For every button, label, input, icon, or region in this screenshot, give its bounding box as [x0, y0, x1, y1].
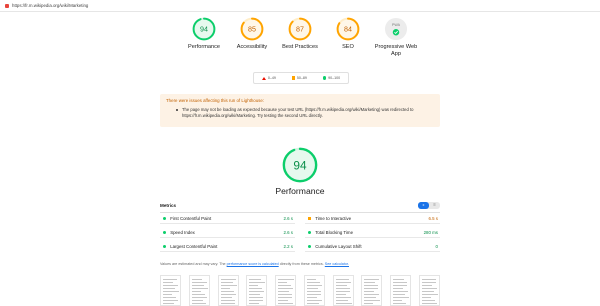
filmstrip-frame	[188, 275, 210, 306]
pass-circle-icon	[308, 230, 312, 235]
gauge-performance[interactable]: 94 Performance	[180, 16, 228, 57]
pwa-badge-icon: PWA	[384, 17, 408, 41]
note-text: Values are estimated and may vary. The	[160, 262, 227, 266]
gauge-label: Accessibility	[236, 44, 268, 50]
site-icon	[5, 3, 9, 8]
metric-row: Largest Contentful Paint 2.2 s	[160, 242, 295, 252]
metric-row: Cumulative Layout Shift 0	[305, 242, 440, 252]
gauge-label: Progressive Web App	[374, 44, 418, 57]
average-square-icon	[291, 76, 295, 80]
filmstrip-frame	[361, 275, 383, 306]
metric-row: Time to Interactive 6.5 s	[305, 214, 440, 224]
filmstrip-frame	[160, 275, 181, 306]
category-gauges: 94 Performance 85 Accessibility 87 Best …	[180, 16, 420, 57]
bullet-icon	[176, 109, 178, 111]
legend-pass: 90–100	[322, 76, 340, 80]
legend-average: 50–89	[291, 76, 307, 80]
pass-circle-icon	[163, 216, 167, 221]
url-text[interactable]: https://fr.m.wikipedia.org/wiki/Marketin…	[12, 3, 88, 8]
metrics-view-toggle[interactable]: ≡ ☰	[418, 202, 440, 209]
filmstrip-frame	[418, 275, 440, 306]
filmstrip-frame	[303, 275, 325, 306]
performance-title: Performance	[275, 186, 325, 196]
gauge-label: SEO	[342, 44, 354, 50]
metric-label: Largest Contentful Paint	[170, 244, 218, 249]
metrics-note: Values are estimated and may vary. The p…	[160, 262, 440, 266]
filmstrip-frame	[275, 275, 297, 306]
metrics-title: Metrics	[160, 203, 177, 208]
gauge-ring: 87	[288, 17, 312, 41]
gauge-label: Best Practices	[282, 44, 318, 50]
gauge-ring: 94	[192, 17, 216, 41]
legend-fail: 0–49	[261, 76, 276, 80]
gauge-score: 85	[248, 26, 256, 34]
metric-row: Total Blocking Time 280 ms	[305, 228, 440, 238]
pass-circle-icon	[163, 244, 167, 249]
metric-label: First Contentful Paint	[170, 216, 212, 221]
performance-score-gauge: 94	[282, 147, 318, 183]
metric-row: First Contentful Paint 2.6 s	[160, 214, 295, 224]
pass-circle-icon	[322, 76, 327, 80]
pass-circle-icon	[163, 230, 167, 235]
filmstrip-frame	[217, 275, 239, 306]
gauge-score: 87	[296, 26, 304, 34]
toggle-compact-icon: ≡	[422, 203, 425, 207]
metric-value: 2.2 s	[283, 244, 293, 249]
metric-value: 280 ms	[423, 230, 438, 235]
address-bar[interactable]: https://fr.m.wikipedia.org/wiki/Marketin…	[0, 0, 600, 12]
metric-value: 0	[435, 244, 438, 249]
gauge-best-practices[interactable]: 87 Best Practices	[276, 16, 324, 57]
performance-score-link[interactable]: performance score is calculated	[227, 262, 279, 266]
metric-row: Speed Index 2.6 s	[160, 228, 295, 238]
fail-triangle-icon	[261, 76, 266, 80]
filmstrip-frame	[390, 275, 412, 306]
gauge-score: PWA	[392, 23, 401, 27]
metric-label: Time to Interactive	[315, 216, 352, 221]
warning-message: The page may not be loading as expected …	[182, 107, 414, 118]
gauge-accessibility[interactable]: 85 Accessibility	[228, 16, 276, 57]
gauge-label: Performance	[187, 44, 221, 50]
see-calculator-link[interactable]: See calculator.	[325, 262, 349, 266]
metric-value: 2.6 s	[283, 230, 293, 235]
warning-title: There were issues affecting this run of …	[166, 98, 265, 103]
metric-label: Total Blocking Time	[315, 230, 354, 235]
filmstrip-frame	[246, 275, 268, 306]
metric-label: Cumulative Layout Shift	[315, 244, 362, 249]
metric-value: 6.5 s	[428, 216, 438, 221]
filmstrip	[160, 275, 440, 306]
average-square-icon	[308, 216, 312, 221]
gauge-ring: 85	[240, 17, 264, 41]
gauge-score: 84	[344, 26, 352, 34]
metrics-header: Metrics ≡ ☰	[160, 202, 440, 213]
performance-score: 94	[293, 158, 307, 172]
gauge-ring: 84	[336, 17, 360, 41]
gauge-seo[interactable]: 84 SEO	[324, 16, 372, 57]
gauge-pwa[interactable]: PWA Progressive Web App	[372, 16, 420, 57]
warning-item: The page may not be loading as expected …	[166, 107, 434, 119]
metric-value: 2.6 s	[283, 216, 293, 221]
gauge-score: 94	[200, 26, 208, 34]
filmstrip-frame	[332, 275, 354, 306]
warning-box: There were issues affecting this run of …	[160, 94, 440, 127]
note-text: directly from these metrics.	[278, 262, 325, 266]
toggle-expand-icon: ☰	[433, 203, 436, 207]
pass-circle-icon	[308, 244, 312, 249]
metric-label: Speed Index	[170, 230, 195, 235]
score-legend: 0–49 50–89 90–100	[253, 72, 349, 84]
